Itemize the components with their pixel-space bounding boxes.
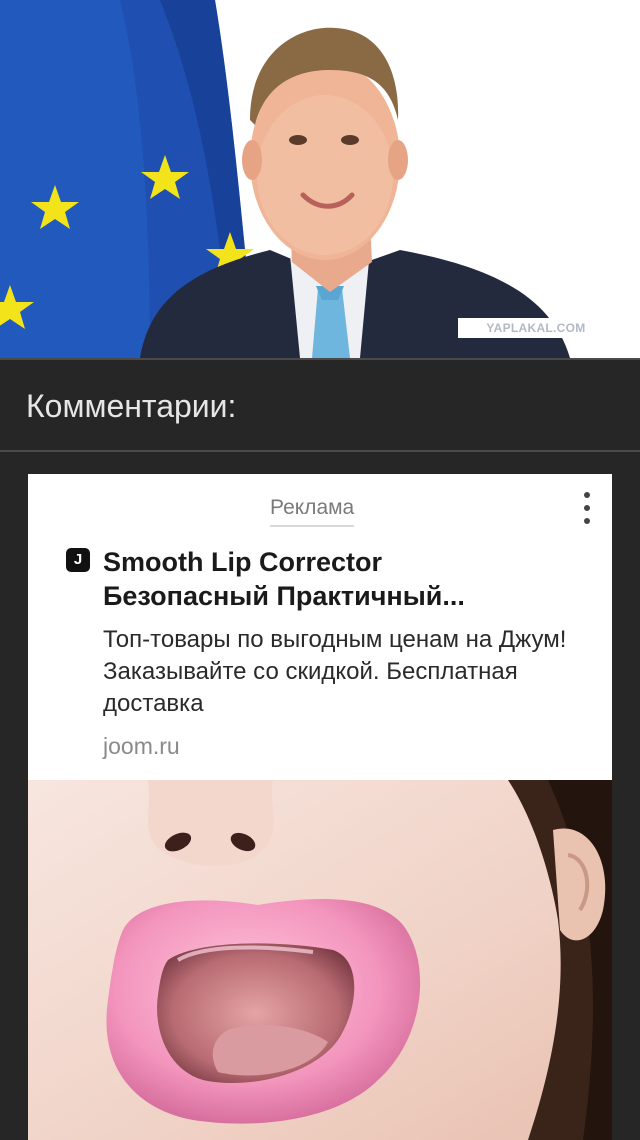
article-photo[interactable]: YAPLAKAL.COM [0, 0, 640, 358]
menu-dot [584, 492, 590, 498]
watermark: YAPLAKAL.COM [458, 318, 614, 338]
photo-illustration [0, 0, 570, 358]
brand-logo-icon: J [66, 548, 90, 572]
divider [0, 358, 640, 360]
ad-label: Реклама [270, 494, 355, 527]
ad-description: Топ-товары по выгодным ценам на Джум! За… [103, 626, 567, 717]
ad-title-line1[interactable]: Smooth Lip Corrector [103, 544, 382, 580]
ad-image[interactable] [28, 780, 612, 1140]
comments-heading: Комментарии: [26, 388, 237, 424]
ad-title-line2[interactable]: Безопасный Практичный... [103, 578, 465, 614]
kebab-menu-icon[interactable] [580, 488, 594, 528]
divider [0, 450, 640, 452]
ad-domain-link[interactable]: joom.ru [103, 730, 180, 762]
menu-dot [584, 505, 590, 511]
lip-corrector-illustration [28, 780, 612, 1140]
menu-dot [584, 518, 590, 524]
page: YAPLAKAL.COM Комментарии: Реклама J Smoo… [0, 0, 640, 1140]
ad-card[interactable]: Реклама J Smooth Lip Corrector Безопасны… [28, 474, 612, 1140]
